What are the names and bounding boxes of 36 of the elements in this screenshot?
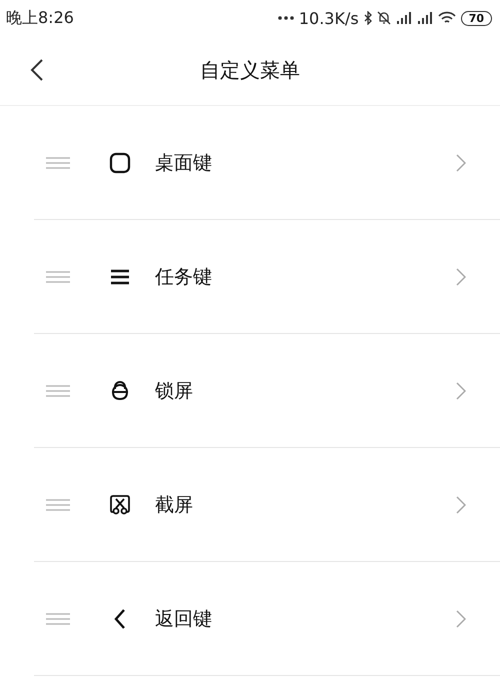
menu-item[interactable]: 截屏 [34,448,500,562]
network-speed: 10.3K/s [298,8,359,28]
menu-item[interactable]: 返回键 [34,562,500,676]
menu-item[interactable]: 桌面键 [34,106,500,220]
back-button[interactable] [30,58,44,82]
scissors-icon [109,494,131,516]
item-label: 锁屏 [155,378,194,404]
drag-handle-icon[interactable] [46,612,70,624]
signal-icon [396,11,412,25]
bluetooth-icon [364,11,372,25]
drag-handle-icon[interactable] [46,156,70,168]
dots-icon [278,16,294,20]
item-label: 任务键 [155,264,213,290]
square-icon [109,152,131,174]
drag-handle-icon[interactable] [46,384,70,396]
signal-icon [416,11,433,25]
menu-item[interactable]: 锁屏 [34,334,500,448]
chevron-right-icon [456,154,466,172]
chevron-right-icon [456,382,466,400]
drag-handle-icon[interactable] [46,498,70,510]
chevron-right-icon [456,610,466,628]
chevron-right-icon [456,268,466,286]
battery-indicator: 70 [460,10,492,26]
item-label: 截屏 [155,492,194,518]
menu-icon [110,268,130,284]
chevron-left-icon [113,608,127,630]
wifi-icon [438,11,456,25]
page-title: 自定义菜单 [200,57,300,84]
item-label: 桌面键 [155,150,213,176]
drag-handle-icon[interactable] [46,270,70,282]
status-time: 晚上8:26 [6,8,74,28]
chevron-right-icon [456,496,466,514]
menu-item[interactable]: 任务键 [34,220,500,334]
item-label: 返回键 [155,606,213,632]
muted-bell-icon [376,11,391,25]
lock-icon [110,380,130,400]
